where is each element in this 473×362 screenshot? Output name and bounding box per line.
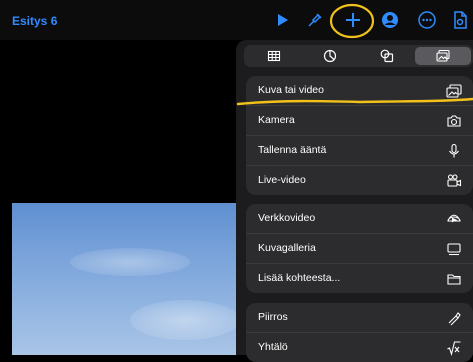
menu-item-record-audio[interactable]: Tallenna ääntä: [246, 136, 473, 166]
shapes-icon: [380, 49, 394, 63]
menu-item-label: Yhtälö: [258, 341, 288, 353]
cloud-detail: [130, 300, 240, 340]
media-group-1: Kuva tai video Kamera Tallenna ääntä Liv…: [246, 76, 473, 195]
media-group-3: Piirros Yhtälö: [246, 303, 473, 362]
menu-item-label: Kamera: [258, 114, 295, 126]
media-icon: [436, 49, 450, 62]
menu-item-label: Live-video: [258, 174, 306, 186]
tab-media[interactable]: [415, 47, 471, 65]
menu-item-label: Lisää kohteesta...: [258, 272, 341, 284]
media-group-2: Verkkovideo Kuvagalleria Lisää kohteesta…: [246, 204, 473, 293]
menu-item-label: Tallenna ääntä: [258, 144, 327, 156]
table-icon: [267, 50, 281, 62]
toolbar: Esitys 6: [0, 0, 473, 40]
camera-icon: [446, 113, 462, 129]
equation-icon: [446, 340, 462, 356]
drawing-icon: [446, 310, 462, 326]
document-icon[interactable]: [450, 10, 470, 30]
photo-icon: [446, 83, 462, 99]
paintbrush-icon[interactable]: [305, 10, 325, 30]
menu-item-camera[interactable]: Kamera: [246, 106, 473, 136]
collaborate-icon[interactable]: [380, 10, 400, 30]
chart-icon: [323, 49, 337, 63]
plus-icon[interactable]: [343, 10, 363, 30]
menu-item-label: Kuva tai video: [258, 84, 324, 96]
document-title[interactable]: Esitys 6: [12, 14, 57, 28]
ellipsis-icon[interactable]: [417, 10, 437, 30]
microphone-icon: [446, 143, 462, 159]
play-icon[interactable]: [272, 10, 292, 30]
menu-item-insert-from[interactable]: Lisää kohteesta...: [246, 264, 473, 293]
tab-table[interactable]: [246, 47, 302, 65]
cloud-detail: [70, 248, 190, 276]
menu-item-equation[interactable]: Yhtälö: [246, 333, 473, 362]
menu-item-label: Piirros: [258, 311, 288, 323]
menu-item-web-video[interactable]: Verkkovideo: [246, 204, 473, 234]
web-video-icon: [446, 211, 462, 227]
gallery-icon: [446, 241, 462, 257]
menu-item-image-gallery[interactable]: Kuvagalleria: [246, 234, 473, 264]
menu-item-label: Verkkovideo: [258, 212, 316, 224]
menu-item-photo-video[interactable]: Kuva tai video: [246, 76, 473, 106]
menu-item-label: Kuvagalleria: [258, 242, 316, 254]
tab-shapes[interactable]: [359, 47, 415, 65]
live-video-icon: [446, 173, 462, 189]
tab-chart[interactable]: [302, 47, 358, 65]
slide-canvas[interactable]: [0, 40, 246, 203]
folder-icon: [446, 271, 462, 287]
menu-item-live-video[interactable]: Live-video: [246, 166, 473, 195]
menu-item-drawing[interactable]: Piirros: [246, 303, 473, 333]
